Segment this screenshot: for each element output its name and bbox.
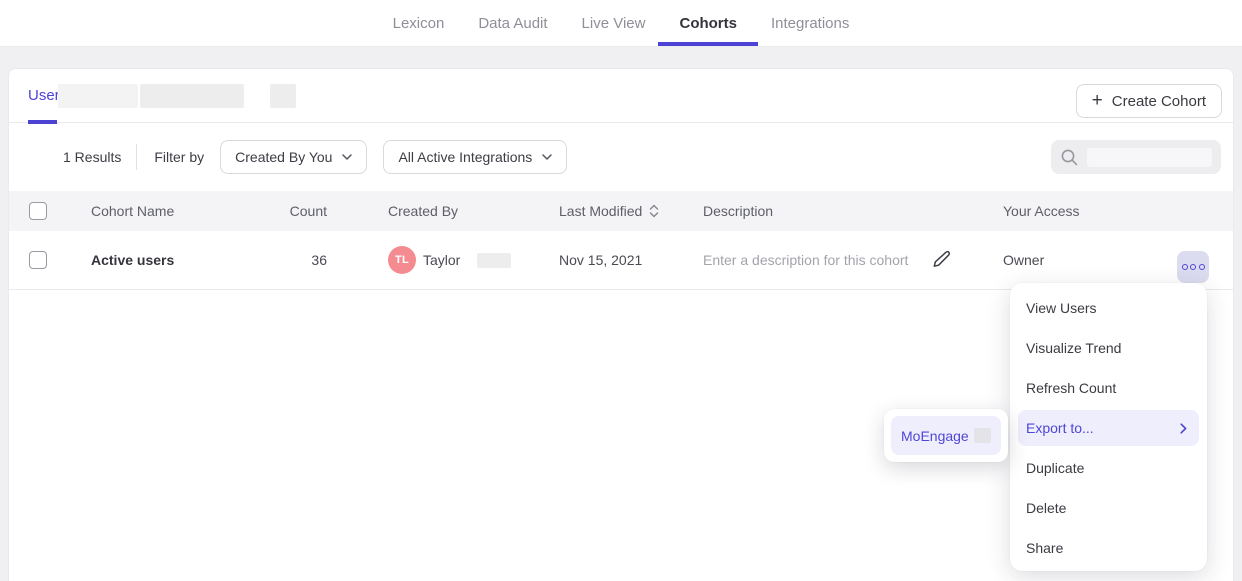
active-tab-underline: [658, 42, 758, 46]
top-nav: Lexicon Data Audit Live View Cohorts Int…: [0, 0, 1242, 46]
nav-tab-data-audit[interactable]: Data Audit: [478, 0, 547, 46]
row-checkbox-cell: [29, 231, 47, 289]
integrations-dropdown-value: All Active Integrations: [398, 149, 532, 165]
sort-icon[interactable]: [649, 204, 659, 218]
created-by-dropdown-value: Created By You: [235, 149, 332, 165]
menu-item-duplicate[interactable]: Duplicate: [1010, 448, 1207, 488]
redacted-tab-block: [140, 84, 244, 108]
menu-item-share[interactable]: Share: [1010, 528, 1207, 568]
creator-name: Taylor: [423, 252, 460, 268]
avatar: TL: [388, 246, 416, 274]
moengage-label: MoEngage: [901, 428, 969, 444]
cohort-count: 36: [247, 231, 327, 289]
edit-description-button[interactable]: [930, 248, 954, 272]
last-modified-date: Nov 15, 2021: [559, 231, 642, 289]
ellipsis-icon: [1182, 264, 1188, 270]
select-all-checkbox[interactable]: [29, 202, 47, 220]
cohort-name[interactable]: Active users: [91, 231, 174, 289]
plus-icon: +: [1092, 91, 1103, 110]
nav-tab-cohorts-label: Cohorts: [679, 15, 737, 32]
create-cohort-label: Create Cohort: [1112, 93, 1206, 110]
results-count: 1 Results: [63, 149, 121, 165]
nav-tab-cohorts[interactable]: Cohorts: [679, 0, 737, 46]
redacted-search-text: [1087, 148, 1212, 167]
menu-item-visualize-trend[interactable]: Visualize Trend: [1010, 328, 1207, 368]
header-cohort-name[interactable]: Cohort Name: [91, 191, 174, 231]
header-last-modified[interactable]: Last Modified: [559, 191, 659, 231]
chevron-down-icon: [542, 154, 552, 160]
redacted-last-name: [477, 253, 511, 268]
search-input[interactable]: [1051, 140, 1221, 174]
panel-tabs-row: User + Create Cohort: [9, 69, 1233, 123]
redacted-tab-block: [58, 84, 138, 108]
cohort-actions-menu: View Users Visualize Trend Refresh Count…: [1010, 283, 1207, 571]
chevron-right-icon: [1180, 423, 1187, 434]
submenu-item-moengage[interactable]: MoEngage: [891, 416, 1001, 455]
menu-item-refresh-count[interactable]: Refresh Count: [1010, 368, 1207, 408]
more-actions-button[interactable]: [1177, 251, 1209, 283]
chevron-down-icon: [342, 154, 352, 160]
header-description: Description: [703, 191, 773, 231]
redacted-tab-block: [270, 84, 296, 108]
table-header: Cohort Name Count Created By Last Modifi…: [9, 191, 1233, 231]
nav-tab-live-view[interactable]: Live View: [582, 0, 646, 46]
menu-item-view-users[interactable]: View Users: [1010, 288, 1207, 328]
created-by-cell: TL Taylor: [388, 231, 511, 289]
menu-item-delete[interactable]: Delete: [1010, 488, 1207, 528]
header-last-modified-label: Last Modified: [559, 203, 642, 219]
pencil-icon: [930, 248, 954, 272]
nav-tab-lexicon[interactable]: Lexicon: [393, 0, 445, 46]
top-nav-bar: Lexicon Data Audit Live View Cohorts Int…: [0, 0, 1242, 47]
access-level: Owner: [1003, 231, 1044, 289]
create-cohort-button[interactable]: + Create Cohort: [1076, 84, 1222, 118]
tab-user[interactable]: User: [28, 69, 60, 122]
export-submenu: MoEngage: [884, 409, 1008, 462]
header-created-by[interactable]: Created By: [388, 191, 458, 231]
header-count[interactable]: Count: [247, 191, 327, 231]
row-checkbox[interactable]: [29, 251, 47, 269]
search-icon: [1060, 148, 1079, 167]
description-field[interactable]: Enter a description for this cohort: [703, 231, 908, 289]
filter-bar: 1 Results Filter by Created By You All A…: [9, 123, 1233, 191]
select-all-checkbox-cell: [29, 191, 47, 231]
integrations-dropdown[interactable]: All Active Integrations: [383, 140, 567, 174]
header-your-access: Your Access: [1003, 191, 1080, 231]
filter-by-label: Filter by: [154, 149, 204, 165]
redacted-submenu-text: [974, 428, 991, 443]
table-row[interactable]: Active users 36 TL Taylor Nov 15, 2021 E…: [9, 231, 1233, 290]
export-to-label: Export to...: [1026, 420, 1094, 436]
cohorts-page: Lexicon Data Audit Live View Cohorts Int…: [0, 0, 1242, 581]
nav-tab-integrations[interactable]: Integrations: [771, 0, 849, 46]
created-by-dropdown[interactable]: Created By You: [220, 140, 367, 174]
divider: [136, 144, 137, 170]
menu-item-export-to[interactable]: Export to...: [1018, 410, 1199, 446]
user-tab-underline: [28, 120, 57, 124]
row-actions-cell: [1177, 231, 1209, 289]
